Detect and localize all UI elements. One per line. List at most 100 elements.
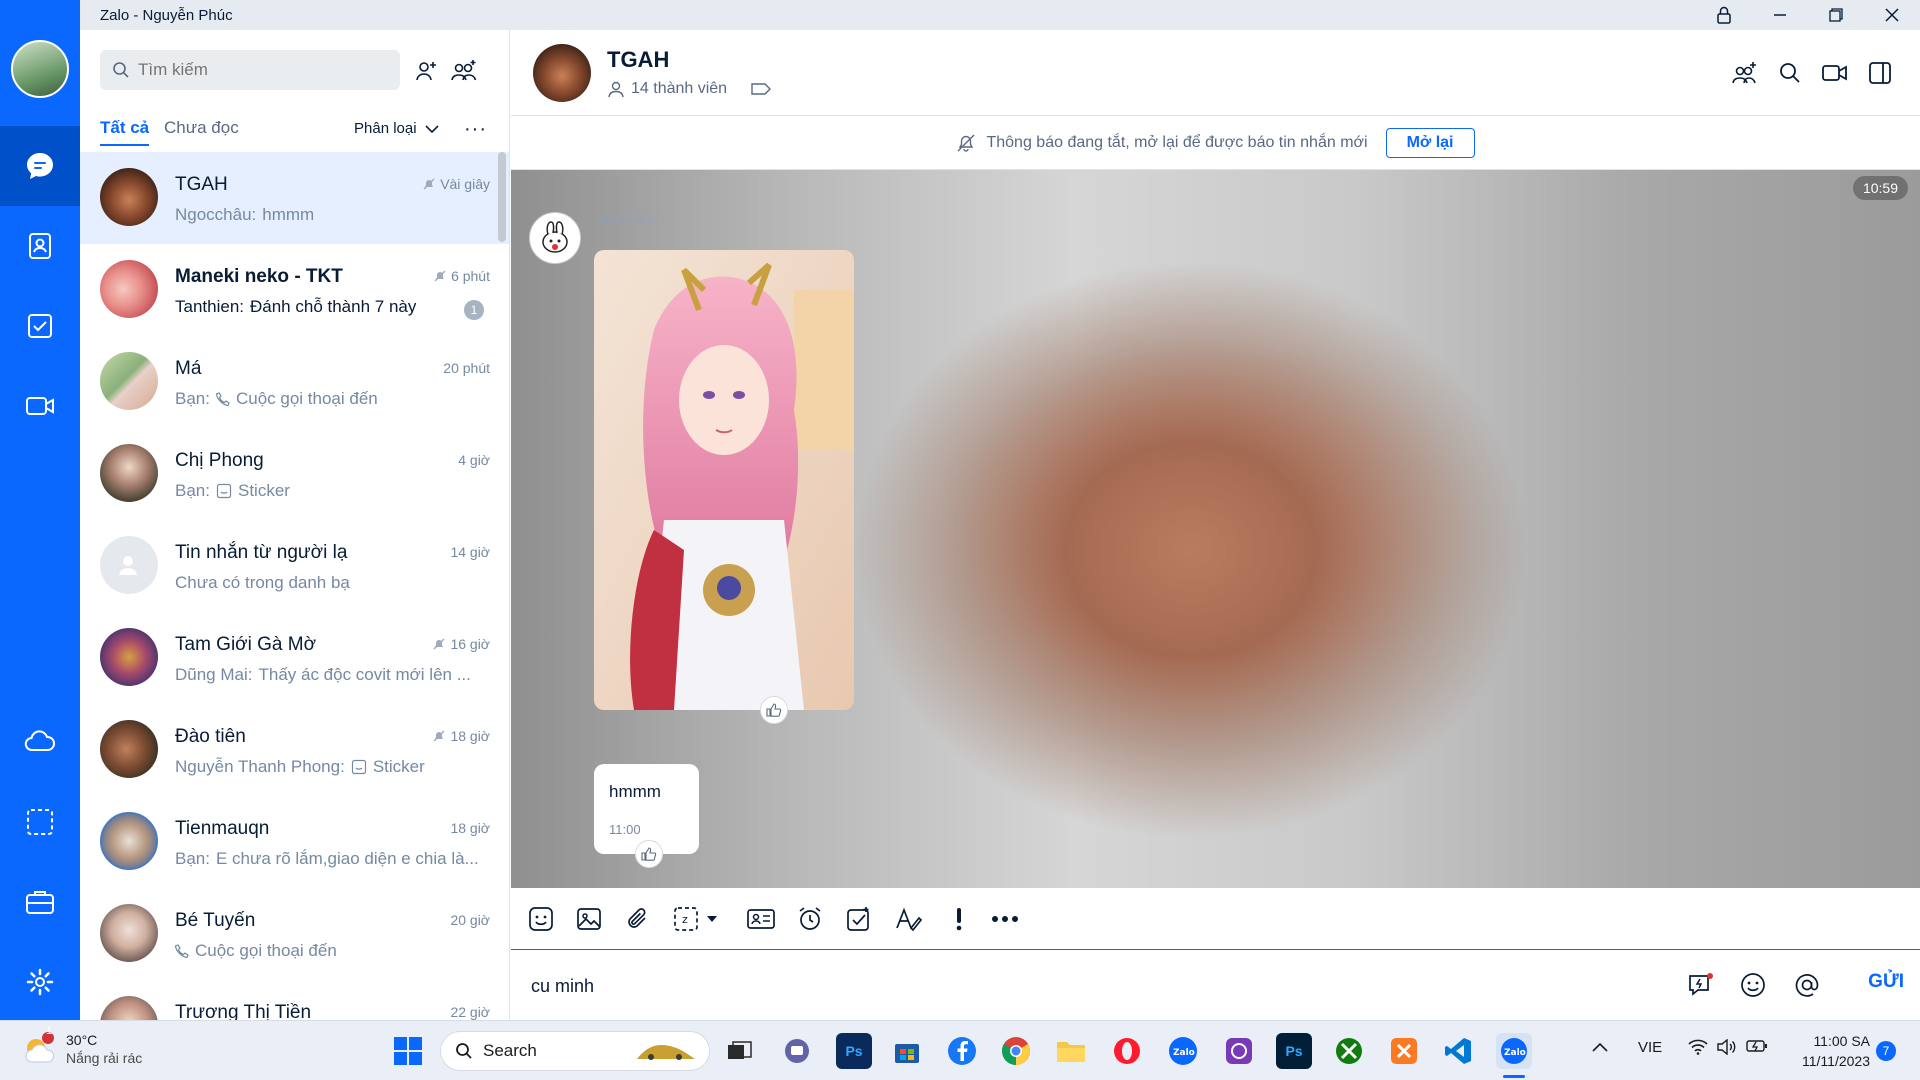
conversation-item[interactable]: Trương Thị Tiền 22 giờ bbox=[80, 980, 509, 1020]
classify-dropdown[interactable]: Phân loại bbox=[354, 120, 439, 137]
message-input[interactable] bbox=[531, 971, 1631, 1001]
messages-nav-button[interactable] bbox=[0, 126, 80, 206]
sender-avatar[interactable] bbox=[529, 212, 581, 264]
show-hidden-icons-button[interactable] bbox=[1592, 1039, 1608, 1056]
vscode-app[interactable] bbox=[1440, 1033, 1476, 1069]
cloud-icon bbox=[24, 730, 55, 751]
opera-app[interactable] bbox=[1109, 1033, 1145, 1069]
react-button[interactable] bbox=[635, 840, 663, 868]
zalo-app-active[interactable]: Zalo bbox=[1496, 1033, 1532, 1069]
screenshot-nav-button[interactable] bbox=[0, 782, 80, 862]
add-friend-button[interactable] bbox=[410, 55, 442, 87]
contacts-icon bbox=[29, 233, 51, 259]
photoshop-app[interactable]: Ps bbox=[836, 1033, 872, 1069]
conversation-item[interactable]: Tin nhắn từ người lạ 14 giờ Chưa có tron… bbox=[80, 520, 509, 612]
conversation-item[interactable]: Bé Tuyến 20 giờ Cuộc gọi thoại đến bbox=[80, 888, 509, 980]
reenable-button[interactable]: Mở lại bbox=[1385, 127, 1475, 158]
reminder-button[interactable] bbox=[792, 902, 828, 936]
search-box[interactable] bbox=[100, 50, 400, 90]
conversation-item[interactable]: Đào tiên 18 giờ Nguyễn Thanh Phong: Stick… bbox=[80, 704, 509, 796]
tag-icon[interactable] bbox=[751, 82, 772, 96]
weather-widget[interactable]: 1 30°C Nắng rải rác bbox=[22, 1025, 142, 1067]
task-button[interactable] bbox=[841, 902, 877, 936]
network-button[interactable] bbox=[1688, 1039, 1708, 1059]
attach-file-button[interactable] bbox=[620, 902, 656, 936]
chrome-app[interactable] bbox=[998, 1033, 1034, 1069]
tools-nav-button[interactable] bbox=[0, 862, 80, 942]
conversation-item[interactable]: Tam Giới Gà Mờ 16 giờ Dũng Mai: Thấy ác đ… bbox=[80, 612, 509, 704]
screenshot-button[interactable]: z bbox=[671, 902, 725, 936]
notification-count[interactable]: 7 bbox=[1876, 1041, 1896, 1061]
conversation-item[interactable]: Maneki neko - TKT 6 phút Tanthien: Đánh c… bbox=[80, 244, 509, 336]
search-input[interactable] bbox=[138, 60, 378, 80]
list-scrollbar[interactable] bbox=[498, 152, 506, 242]
facebook-app[interactable] bbox=[944, 1033, 980, 1069]
teams-chat-app[interactable] bbox=[779, 1033, 815, 1069]
contacts-nav-button[interactable] bbox=[0, 206, 80, 286]
battery-button[interactable] bbox=[1746, 1039, 1768, 1057]
start-button[interactable] bbox=[388, 1031, 428, 1071]
chat-area: TGAH 14 thành viên Thông báo đang tắt, m… bbox=[511, 30, 1920, 1020]
vscode-icon bbox=[1445, 1038, 1471, 1064]
task-view-button[interactable] bbox=[722, 1033, 758, 1069]
xbox-app[interactable] bbox=[1331, 1033, 1367, 1069]
conversation-item[interactable]: Chị Phong 4 giờ Bạn: Sticker bbox=[80, 428, 509, 520]
language-indicator[interactable]: VIE bbox=[1638, 1039, 1662, 1056]
clock[interactable]: 11:00 SA 11/11/2023 bbox=[1780, 1031, 1870, 1071]
todo-nav-button[interactable] bbox=[0, 286, 80, 366]
quick-message-button[interactable] bbox=[1683, 967, 1719, 1003]
more-options-button[interactable]: ··· bbox=[464, 118, 487, 141]
time-text: 20 phút bbox=[443, 360, 490, 376]
chrome-icon bbox=[1002, 1037, 1030, 1065]
taskbar-search[interactable]: Search bbox=[440, 1031, 710, 1071]
xampp-icon bbox=[1391, 1038, 1417, 1064]
send-button[interactable]: GỬI bbox=[1868, 971, 1904, 993]
react-button[interactable] bbox=[760, 696, 788, 724]
conversation-preview: Bạn: E chưa rõ lắm,giao diện e chia là... bbox=[175, 849, 479, 869]
settings-nav-button[interactable] bbox=[0, 942, 80, 1022]
user-avatar[interactable] bbox=[11, 40, 69, 98]
volume-button[interactable] bbox=[1716, 1038, 1736, 1059]
image-button[interactable] bbox=[571, 902, 607, 936]
sticker-button[interactable] bbox=[523, 902, 559, 936]
conversation-item[interactable]: Tienmauqn 18 giờ Bạn: E chưa rõ lắm,giao … bbox=[80, 796, 509, 888]
conversation-item[interactable]: TGAH Vài giây Ngocchâu: hmmm bbox=[80, 152, 509, 244]
preview-sender: Tanthien: bbox=[175, 297, 244, 316]
purple-app[interactable] bbox=[1221, 1033, 1257, 1069]
member-count[interactable]: 14 thành viên bbox=[631, 80, 727, 98]
video-call-button[interactable] bbox=[1817, 55, 1853, 91]
create-group-button[interactable] bbox=[448, 55, 480, 87]
opera-icon bbox=[1114, 1038, 1140, 1064]
video-nav-button[interactable] bbox=[0, 366, 80, 446]
add-member-button[interactable] bbox=[1727, 55, 1763, 91]
mention-button[interactable] bbox=[1789, 967, 1825, 1003]
toggle-sidebar-button[interactable] bbox=[1862, 55, 1898, 91]
zalo-app-1[interactable]: Zalo bbox=[1165, 1033, 1201, 1069]
more-tools-button[interactable] bbox=[987, 902, 1023, 936]
minimize-button[interactable] bbox=[1752, 0, 1808, 30]
tab-all[interactable]: Tất cả bbox=[100, 118, 150, 146]
xampp-app[interactable] bbox=[1386, 1033, 1422, 1069]
urgent-button[interactable] bbox=[941, 902, 977, 936]
search-chat-button[interactable] bbox=[1772, 55, 1808, 91]
clock-time: 11:00 SA bbox=[1813, 1033, 1870, 1049]
image-message[interactable] bbox=[594, 250, 854, 710]
contact-card-button[interactable] bbox=[743, 902, 779, 936]
emoji-button[interactable] bbox=[1735, 967, 1771, 1003]
group-avatar[interactable] bbox=[533, 44, 591, 102]
tab-unread[interactable]: Chưa đọc bbox=[164, 118, 239, 138]
active-app-indicator bbox=[1503, 1075, 1525, 1078]
checkbox-icon bbox=[28, 314, 52, 338]
sticker-icon bbox=[529, 907, 553, 931]
bell-muted-icon bbox=[434, 270, 446, 282]
format-text-button[interactable] bbox=[891, 902, 927, 936]
file-explorer-app[interactable] bbox=[1053, 1033, 1089, 1069]
photoshop-app-2[interactable]: Ps bbox=[1276, 1033, 1312, 1069]
lock-button[interactable] bbox=[1696, 0, 1752, 30]
conversation-item[interactable]: Má 20 phút Bạn: Cuộc gọi thoại đến bbox=[80, 336, 509, 428]
cloud-nav-button[interactable] bbox=[0, 702, 80, 782]
maximize-button[interactable] bbox=[1808, 0, 1864, 30]
store-app[interactable] bbox=[889, 1033, 925, 1069]
weather-icon bbox=[25, 1032, 54, 1063]
close-button[interactable] bbox=[1864, 0, 1920, 30]
